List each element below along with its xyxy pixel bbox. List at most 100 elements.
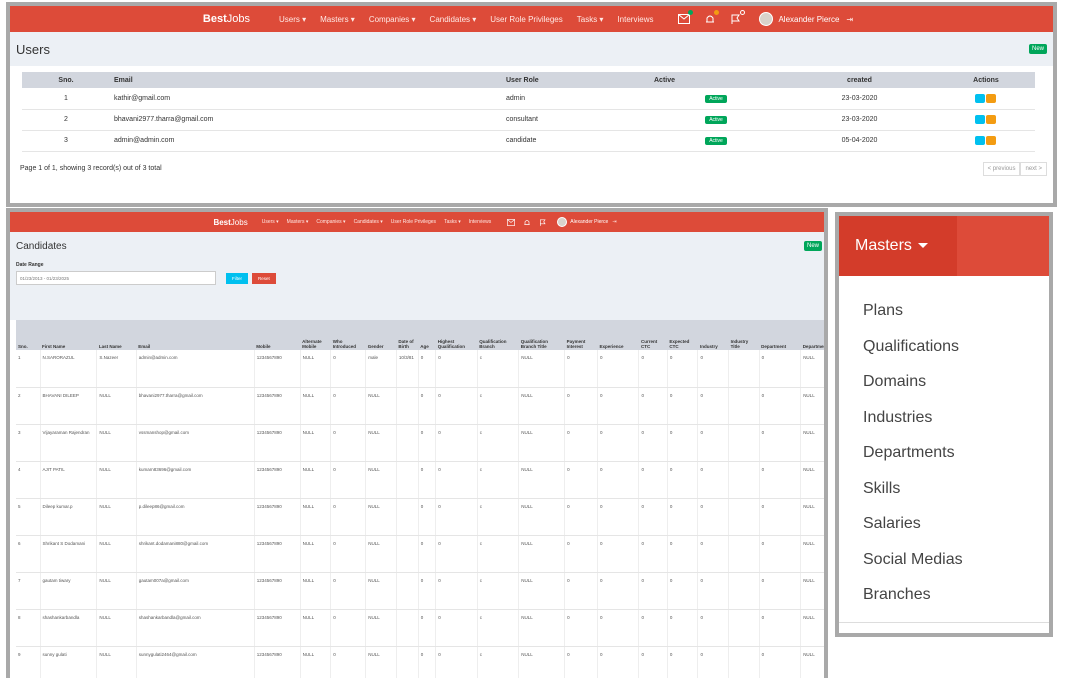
top-navbar: BestJobs Users ▾ Masters ▾ Companies ▾ C… (10, 212, 824, 232)
table-cell: 0 (759, 572, 802, 610)
edit-icon[interactable] (986, 136, 996, 145)
table-cell: Vijayaraman Rajendran (40, 424, 98, 462)
menu-item-social-medias[interactable]: Social Medias (839, 547, 1049, 583)
menu-item-industries[interactable]: Industries (839, 405, 1049, 441)
nav-users[interactable]: Users ▾ (279, 15, 306, 24)
menu-item-plans[interactable]: Plans (839, 298, 1049, 334)
bell-icon[interactable] (523, 219, 531, 226)
nav-masters[interactable]: Masters ▾ (320, 15, 355, 24)
table-cell: 0 (697, 461, 730, 499)
nav-user-role-privileges[interactable]: User Role Privileges (391, 219, 436, 225)
status-badge[interactable]: Active (705, 116, 727, 124)
eye-icon[interactable] (975, 115, 985, 124)
avatar[interactable] (759, 12, 774, 26)
menu-item-salaries[interactable]: Salaries (839, 511, 1049, 547)
status-badge[interactable]: Active (705, 137, 727, 145)
cell-actions (937, 109, 1035, 131)
table-cell: sunny gulati (40, 646, 98, 678)
page-header: Candidates New (10, 232, 824, 260)
masters-dropdown-panel: Masters Plans Qualifications Domains Indust… (835, 212, 1053, 637)
table-cell: NULL (96, 572, 137, 610)
table-row: 9 sunny gulati NULL sunnygulati2464@gmail.c… (16, 646, 824, 678)
menu-item-domains[interactable]: Domains (839, 369, 1049, 405)
eye-icon[interactable] (975, 93, 985, 103)
table-cell: 0 (697, 498, 730, 536)
table-cell: gautam tiwary (40, 572, 98, 610)
table-cell: NULL (518, 424, 566, 462)
eye-icon[interactable] (975, 136, 985, 145)
table-header-row: Sno. First Name Last Name Email Mobile Altern… (16, 320, 824, 350)
envelope-icon[interactable] (678, 10, 694, 24)
table-cell: 0 (418, 461, 437, 499)
filter-button[interactable]: Filter (226, 272, 248, 284)
menu-item-qualifications[interactable]: Qualifications (839, 334, 1049, 370)
nav-tasks[interactable]: Tasks ▾ (444, 219, 461, 225)
table-cell: c (477, 535, 520, 573)
table-cell: NULL (800, 350, 824, 388)
table-cell: p.dileep86@gmail.com (136, 498, 255, 536)
brand-logo[interactable]: BestJobs (203, 13, 250, 25)
col-header: Date of Birth (396, 320, 419, 350)
table-cell: 0 (667, 387, 699, 425)
masters-menu-header[interactable]: Masters (839, 216, 1049, 276)
bell-icon[interactable] (704, 10, 720, 24)
menu-item-departments[interactable]: Departments (839, 440, 1049, 476)
col-header: Industry (697, 320, 729, 350)
edit-icon[interactable] (986, 93, 996, 103)
table-cell (728, 424, 760, 462)
sign-out-icon[interactable]: ⇥ (846, 15, 853, 24)
table-cell: Shrikant S Dodamani (40, 535, 98, 573)
nav-companies[interactable]: Companies ▾ (316, 219, 345, 225)
new-button[interactable]: New (1028, 44, 1047, 54)
sign-out-icon[interactable]: ⇥ (612, 219, 616, 225)
nav-masters[interactable]: Masters ▾ (287, 219, 309, 225)
status-badge[interactable]: Active (705, 94, 727, 103)
table-cell (728, 498, 760, 536)
user-name[interactable]: Alexander Pierce (570, 219, 608, 225)
menu-item-branches[interactable]: Branches (839, 582, 1049, 618)
table-cell (728, 535, 760, 573)
masters-dropdown-list: Plans Qualifications Domains Industries Depa… (839, 276, 1049, 618)
next-button[interactable]: next > (1020, 161, 1047, 176)
table-cell: 0 (435, 646, 478, 678)
table-cell: S.Nazeer (96, 350, 137, 388)
previous-button[interactable]: < previous (982, 161, 1021, 176)
table-cell: 0 (564, 424, 598, 462)
table-cell: 0 (638, 424, 668, 462)
edit-icon[interactable] (986, 115, 996, 124)
user-name[interactable]: Alexander Pierce (778, 15, 839, 24)
table-cell: 0 (697, 609, 730, 647)
new-button[interactable]: New (803, 241, 822, 251)
table-cell: c (477, 646, 520, 678)
nav-companies[interactable]: Companies ▾ (369, 15, 416, 24)
table-cell: c (477, 350, 520, 388)
menu-item-skills[interactable]: Skills (839, 476, 1049, 512)
table-cell (728, 646, 760, 678)
table-cell: NULL (800, 572, 824, 610)
table-cell: NULL (96, 387, 137, 425)
table-cell: 0 (697, 646, 730, 678)
nav-candidates[interactable]: Candidates ▾ (354, 219, 383, 225)
masters-menu-title[interactable]: Masters (855, 237, 928, 255)
flag-icon[interactable] (539, 219, 547, 226)
nav-users[interactable]: Users ▾ (262, 219, 279, 225)
table-cell (396, 424, 419, 462)
date-range-input[interactable]: 01/23/2013 - 01/23/2025 (16, 271, 216, 285)
table-cell: 0 (435, 572, 478, 610)
table-cell: NULL (365, 535, 397, 573)
nav-interviews[interactable]: Interviews (469, 219, 492, 225)
table-cell: 0 (759, 498, 802, 536)
brand-logo[interactable]: BestJobs (213, 218, 247, 227)
avatar[interactable] (557, 217, 568, 227)
col-header: Alternate Mobile (300, 320, 331, 350)
envelope-icon[interactable] (507, 218, 516, 226)
nav-interviews[interactable]: Interviews (617, 15, 653, 24)
table-cell (728, 572, 760, 610)
nav-candidates[interactable]: Candidates ▾ (430, 15, 477, 24)
col-header: Payment Interest (564, 320, 598, 350)
reset-button[interactable]: Reset (252, 272, 276, 284)
nav-user-role-privileges[interactable]: User Role Privileges (490, 15, 562, 24)
flag-icon[interactable] (730, 10, 746, 24)
nav-tasks[interactable]: Tasks ▾ (577, 15, 604, 24)
table-cell: 1234567890 (254, 609, 301, 647)
